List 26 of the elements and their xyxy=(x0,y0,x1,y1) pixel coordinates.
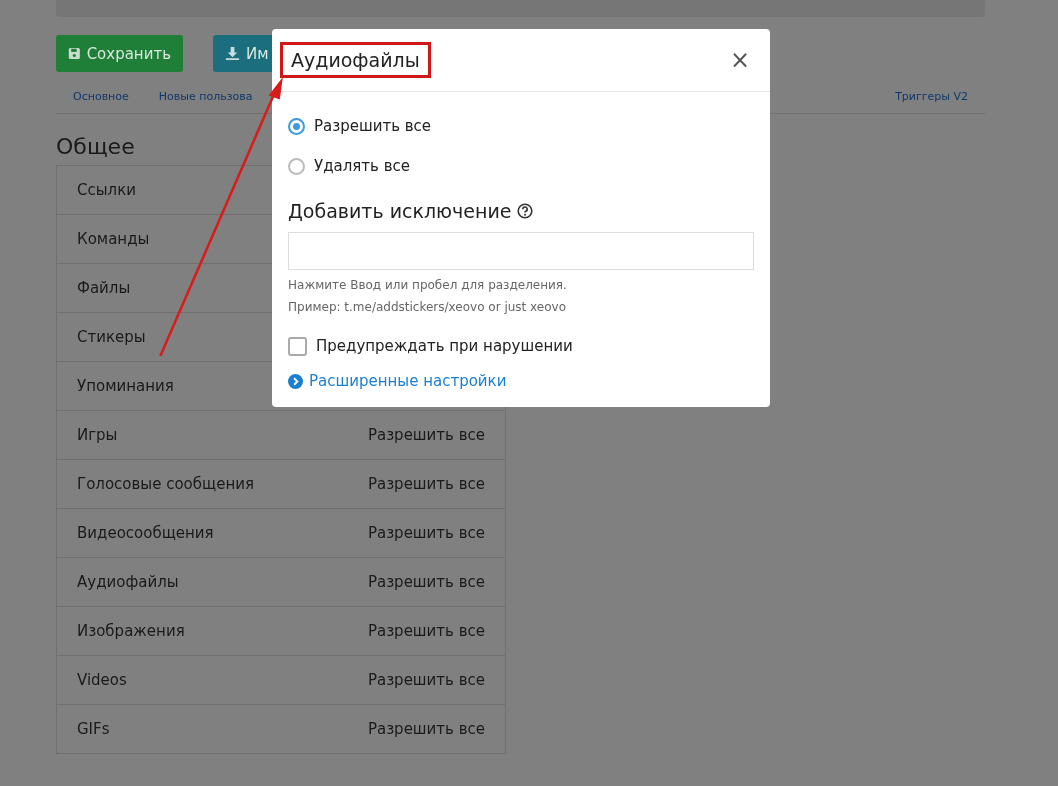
row-value: Разрешить все xyxy=(367,671,485,689)
row-value: Разрешить все xyxy=(367,720,485,738)
row-label: Игры xyxy=(77,426,118,444)
row-label: Голосовые сообщения xyxy=(77,475,254,493)
row-label: Аудиофайлы xyxy=(77,573,179,591)
row-value: Разрешить все xyxy=(367,475,485,493)
checkbox-label: Предупреждать при нарушении xyxy=(316,337,573,355)
row-label: Videos xyxy=(77,671,127,689)
modal-title: Аудиофайлы xyxy=(280,42,431,78)
option-label: Удалять все xyxy=(314,157,410,175)
hint-text: Нажмите Ввод или пробел для разделения. xyxy=(288,278,568,292)
option-label: Разрешить все xyxy=(314,117,432,135)
row-label: Команды xyxy=(77,230,150,248)
row-label: GIFs xyxy=(77,720,110,738)
row-value: Разрешить все xyxy=(367,573,485,591)
exception-heading: Добавить исключение xyxy=(288,200,512,222)
row-value: Разрешить все xyxy=(367,524,485,542)
hint-text: Пример: t.me/addstickers/xeovo or just xeovo xyxy=(288,300,567,314)
row-label: Видеосообщения xyxy=(77,524,214,542)
row-label: Упоминания xyxy=(77,377,174,395)
row-value: Разрешить все xyxy=(367,426,485,444)
row-label: Изображения xyxy=(77,622,185,640)
row-value: Разрешить все xyxy=(367,622,485,640)
row-label: Стикеры xyxy=(77,328,146,346)
section-title: Общее xyxy=(56,134,136,159)
row-label: Файлы xyxy=(77,279,131,297)
